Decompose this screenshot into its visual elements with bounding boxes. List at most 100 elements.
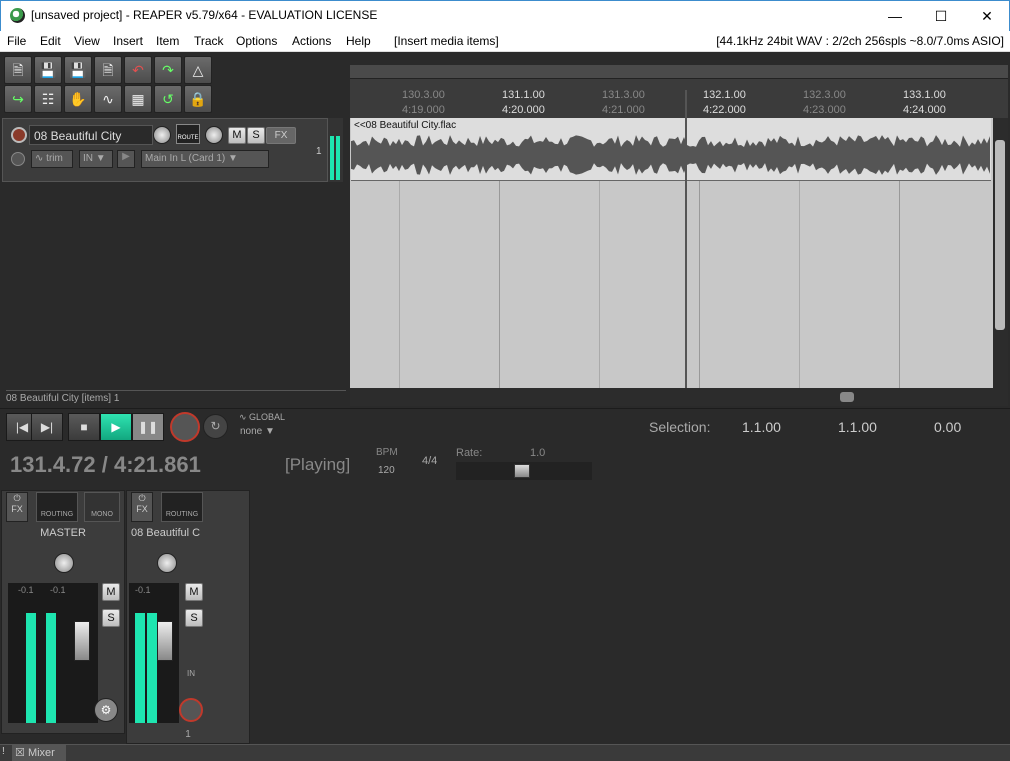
media-item[interactable]: <<08 Beautiful City.flac: [351, 118, 991, 181]
grid-snap-icon[interactable]: ↪: [4, 85, 32, 113]
master-mono-button[interactable]: MONO: [84, 492, 120, 522]
undo-icon[interactable]: ↶: [124, 56, 152, 84]
monitor-icon[interactable]: [11, 152, 25, 166]
tab-mixer[interactable]: ☒ Mixer: [12, 745, 66, 761]
menu-view[interactable]: View: [74, 34, 100, 48]
close-icon[interactable]: ✕: [964, 1, 1010, 31]
rate-slider[interactable]: [456, 462, 592, 480]
settings-gear-icon[interactable]: ⚙: [94, 698, 118, 722]
stop-icon[interactable]: ■: [68, 413, 100, 441]
item-grouping-icon[interactable]: ✋: [64, 85, 92, 113]
track-fx-label: FX: [136, 504, 148, 514]
master-pan-knob[interactable]: [54, 553, 74, 573]
master-fx-button[interactable]: ⏻ FX: [6, 492, 28, 522]
selection-length[interactable]: 0.00: [934, 419, 961, 435]
record-icon[interactable]: [170, 412, 200, 442]
ruler-region-lane[interactable]: [350, 65, 1008, 78]
close-tab-icon[interactable]: ☒: [15, 747, 25, 759]
track-list-empty[interactable]: [0, 182, 345, 388]
bpm-value[interactable]: 120: [378, 465, 395, 476]
play-icon[interactable]: ▶: [100, 413, 132, 441]
power-icon: ⏻: [13, 493, 21, 503]
menu-bar: File Edit View Insert Item Track Options…: [0, 31, 1010, 52]
input-select-label: Main In L (Card 1): [145, 153, 226, 164]
repeat-icon[interactable]: ↻: [203, 414, 228, 439]
track-record-arm-icon[interactable]: [179, 698, 203, 722]
menu-insert[interactable]: Insert: [113, 34, 143, 48]
volume-knob[interactable]: [153, 126, 171, 144]
new-project-icon[interactable]: 🗎: [4, 56, 32, 84]
ripple-edit-icon[interactable]: ☷: [34, 85, 62, 113]
menu-file[interactable]: File: [7, 34, 26, 48]
track-mute-button[interactable]: M: [185, 583, 203, 601]
metronome-icon[interactable]: △: [184, 56, 212, 84]
audio-status[interactable]: [44.1kHz 24bit WAV : 2/2ch 256spls ~8.0/…: [716, 34, 1004, 48]
master-meter-right: [46, 613, 56, 723]
menu-edit[interactable]: Edit: [40, 34, 61, 48]
track-fx-button[interactable]: ⏻ FX: [131, 492, 153, 522]
master-name: MASTER: [40, 527, 86, 539]
mute-button[interactable]: M: [228, 127, 246, 144]
save-project-icon[interactable]: 💾: [64, 56, 92, 84]
master-solo-button[interactable]: S: [102, 609, 120, 627]
master-peak-right: -0.1: [50, 585, 66, 595]
track-name-field[interactable]: 08 Beautiful City: [29, 125, 153, 145]
timeline-ruler[interactable]: 130.3.00 4:19.000 131.1.00 4:20.000 131.…: [350, 78, 1008, 118]
menu-track[interactable]: Track: [194, 34, 224, 48]
time-position[interactable]: 131.4.72 / 4:21.861: [10, 452, 201, 478]
master-mute-button[interactable]: M: [102, 583, 120, 601]
redo-icon[interactable]: ↷: [154, 56, 182, 84]
track-strip-number: 1: [185, 729, 191, 740]
menu-options[interactable]: Options: [236, 34, 277, 48]
master-routing-button[interactable]: ROUTING: [36, 492, 78, 522]
route-button[interactable]: ROUTE: [176, 124, 200, 144]
rate-slider-handle[interactable]: [514, 464, 530, 478]
go-to-end-icon[interactable]: ▶|: [31, 413, 63, 441]
track-pan-knob[interactable]: [157, 553, 177, 573]
ruler-time-label: 4:22.000: [703, 104, 746, 116]
menu-item[interactable]: Item: [156, 34, 179, 48]
lock-icon[interactable]: 🔒: [184, 85, 212, 113]
minimize-icon[interactable]: —: [872, 1, 918, 31]
selection-end[interactable]: 1.1.00: [838, 419, 877, 435]
track-solo-button[interactable]: S: [185, 609, 203, 627]
global-automation-select[interactable]: none ▼: [240, 426, 275, 437]
fx-button[interactable]: FX: [266, 127, 296, 144]
input-select[interactable]: Main In L (Card 1) ▼: [141, 150, 269, 168]
global-automation-value: none: [240, 426, 263, 437]
selection-start[interactable]: 1.1.00: [742, 419, 781, 435]
ruler-bar-label: 133.1.00: [903, 89, 946, 101]
track-fader[interactable]: [157, 621, 173, 661]
track-strip-meter-left: [135, 613, 145, 723]
play-cursor: [685, 90, 687, 388]
record-arm-icon[interactable]: [11, 127, 27, 143]
open-project-icon[interactable]: 💾: [34, 56, 62, 84]
track-control-panel[interactable]: 08 Beautiful City ROUTE M S FX ∿ trim IN…: [2, 118, 328, 182]
loop-icon[interactable]: ↺: [154, 85, 182, 113]
docker-menu-icon[interactable]: !: [2, 746, 5, 757]
solo-button[interactable]: S: [247, 127, 265, 144]
play-state: [Playing]: [285, 455, 351, 474]
track-peak: -0.1: [135, 585, 151, 595]
automation-mode-button[interactable]: ∿ trim: [31, 150, 73, 168]
menu-actions[interactable]: Actions: [292, 34, 331, 48]
track-routing-button[interactable]: ROUTING: [161, 492, 203, 522]
phase-icon[interactable]: ▶: [117, 150, 135, 168]
pan-knob[interactable]: [205, 126, 223, 144]
ruler-bar-label: 131.3.00: [602, 89, 645, 101]
grid-lines-icon[interactable]: ▦: [124, 85, 152, 113]
global-label: GLOBAL: [249, 412, 286, 422]
horizontal-scrollbar[interactable]: [350, 388, 1008, 406]
track-input-label[interactable]: IN: [187, 669, 201, 678]
pause-icon[interactable]: ❚❚: [132, 413, 164, 441]
maximize-icon[interactable]: ☐: [918, 1, 964, 31]
project-settings-icon[interactable]: 🗎: [94, 56, 122, 84]
master-fader[interactable]: [74, 621, 90, 661]
input-toggle[interactable]: IN ▼: [79, 150, 113, 168]
track-number: 1: [316, 146, 322, 157]
time-signature[interactable]: 4/4: [422, 455, 437, 467]
ruler-time-label: 4:19.000: [402, 104, 445, 116]
envelope-points-icon[interactable]: ∿: [94, 85, 122, 113]
menu-help[interactable]: Help: [346, 34, 371, 48]
vertical-scrollbar[interactable]: [993, 118, 1008, 388]
